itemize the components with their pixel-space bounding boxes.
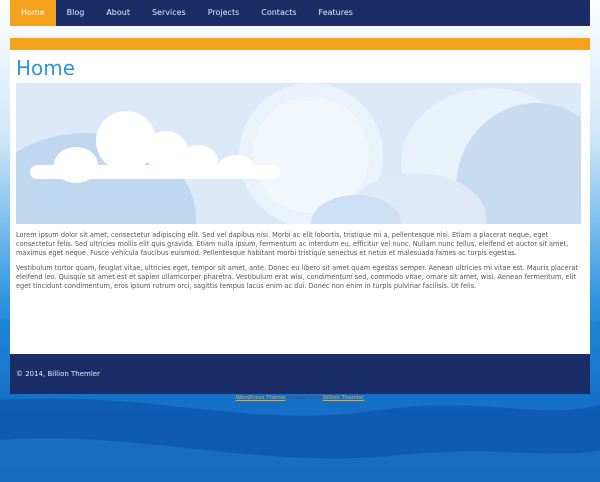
paragraph-1: Lorem ipsum dolor sit amet, consectetur … <box>16 231 569 257</box>
nav-item-about[interactable]: About <box>95 0 141 26</box>
nav-item-features[interactable]: Features <box>308 0 364 26</box>
page-content: Lorem ipsum dolor sit amet, consectetur … <box>16 231 582 297</box>
nav-item-projects[interactable]: Projects <box>197 0 251 26</box>
nav-item-services[interactable]: Services <box>141 0 197 26</box>
page-title: Home <box>16 56 76 80</box>
footer: © 2014, Billion Themler <box>10 354 590 394</box>
accent-bar <box>10 38 590 50</box>
footer-copyright: © 2014, Billion Themler <box>16 370 100 378</box>
main-navigation: Home Blog About Services Projects Contac… <box>10 0 590 26</box>
hero-image-clouds <box>16 83 581 224</box>
nav-item-blog[interactable]: Blog <box>56 0 96 26</box>
paragraph-2: Vestibulum tortor quam, feugiat vitae, u… <box>16 264 578 290</box>
credit-link-billion-themler[interactable]: Billion Themler <box>323 395 364 401</box>
nav-item-contacts[interactable]: Contacts <box>250 0 307 26</box>
credit-text: created with <box>286 395 322 401</box>
credit-link-wordpress-theme[interactable]: WordPress Theme <box>236 395 285 401</box>
theme-credit: WordPress Theme created with Billion The… <box>0 395 600 401</box>
content-container: Home Lorem ipsum dolor sit amet, consect… <box>10 38 590 354</box>
nav-item-home[interactable]: Home <box>10 0 56 26</box>
